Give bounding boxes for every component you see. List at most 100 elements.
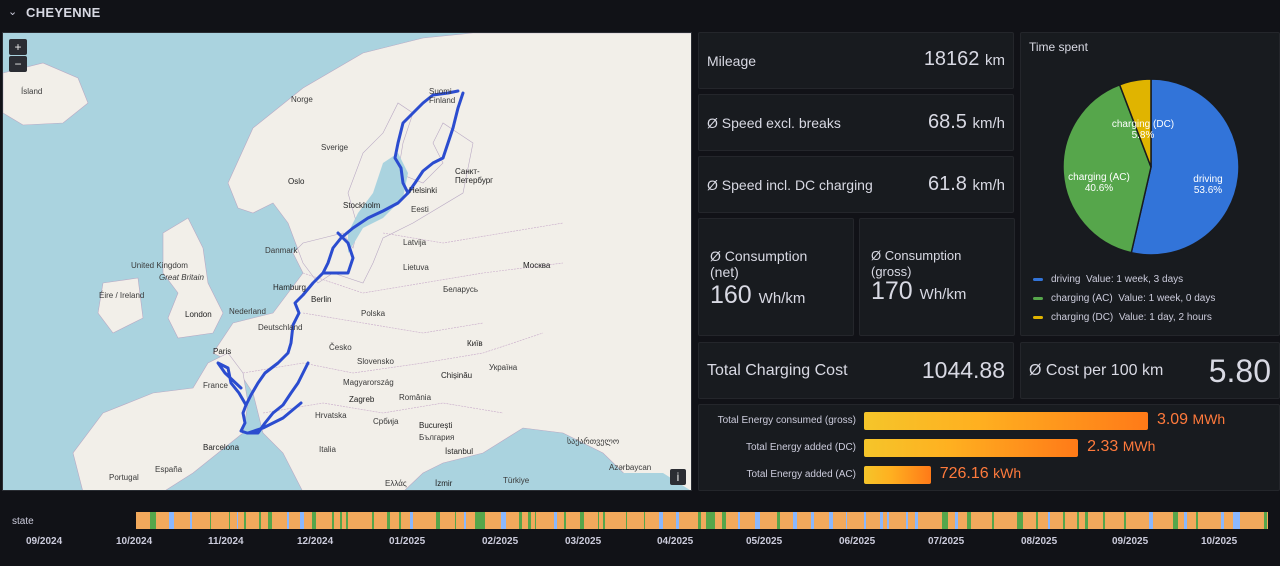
timeline-segment[interactable] [738, 512, 741, 529]
timeline-segment[interactable] [168, 512, 175, 529]
timeline-segment[interactable] [243, 512, 247, 529]
time-spent-pie [1062, 78, 1240, 256]
timeline-segment[interactable] [345, 512, 349, 529]
energy-bargauge-panel[interactable]: Total Energy consumed (gross) 3.09 MWh Tot… [698, 404, 1280, 491]
timeline-segment[interactable] [1077, 512, 1079, 529]
timeline-segment[interactable] [1173, 512, 1178, 529]
zoom-out-button[interactable]: − [9, 56, 27, 72]
timeline-tick-label: 03/2025 [565, 536, 602, 547]
consumption-gross-panel[interactable]: Ø Consumption (gross) 170 Wh/km [859, 218, 1015, 336]
timeline-segment[interactable] [455, 512, 457, 529]
consumption-net-panel[interactable]: Ø Consumption (net) 160 Wh/km [698, 218, 854, 336]
cost-per-100-panel[interactable]: Ø Cost per 100 km 5.80 [1020, 342, 1280, 399]
timeline-segment[interactable] [340, 512, 342, 529]
legend-item-charging-dc[interactable]: charging (DC) Value: 1 day, 2 hours [1033, 312, 1212, 323]
timeline-segment[interactable] [553, 512, 558, 529]
timeline-segment[interactable] [721, 512, 726, 529]
timeline-segment[interactable] [942, 512, 948, 529]
timeline-segment[interactable] [1233, 512, 1240, 529]
timeline-segment[interactable] [845, 512, 847, 529]
charging-cost-panel[interactable]: Total Charging Cost 1044.88 [698, 342, 1014, 399]
consumption-gross-label: Ø Consumption (gross) [871, 248, 962, 279]
state-timeline[interactable] [136, 512, 1268, 529]
timeline-segment[interactable] [190, 512, 193, 529]
timeline-segment[interactable] [625, 512, 628, 529]
timeline-segment[interactable] [643, 512, 646, 529]
timeline-segment[interactable] [755, 512, 760, 529]
mileage-panel[interactable]: Mileage 18162 km [698, 32, 1014, 89]
timeline-segment[interactable] [372, 512, 375, 529]
legend-item-charging-ac[interactable]: charging (AC) Value: 1 week, 0 days [1033, 293, 1215, 304]
timeline-segment[interactable] [149, 512, 156, 529]
map-label: Great Britain [159, 273, 204, 282]
timeline-segment[interactable] [954, 512, 958, 529]
timeline-segment[interactable] [386, 512, 391, 529]
timeline-segment[interactable] [880, 512, 883, 529]
timeline-segment[interactable] [1263, 512, 1267, 529]
timeline-segment[interactable] [658, 512, 664, 529]
bargauge-bar[interactable] [864, 412, 1148, 430]
timeline-segment[interactable] [1183, 512, 1187, 529]
bargauge-bar[interactable] [864, 466, 931, 484]
timeline-segment[interactable] [597, 512, 599, 529]
timeline-segment[interactable] [527, 512, 532, 529]
timeline-segment[interactable] [228, 512, 231, 529]
timeline-segment[interactable] [518, 512, 523, 529]
timeline-segment[interactable] [237, 512, 239, 529]
timeline-segment[interactable] [705, 512, 715, 529]
timeline-segment[interactable] [1016, 512, 1023, 529]
speed-incl-panel[interactable]: Ø Speed incl. DC charging 61.8 km/h [698, 156, 1014, 213]
timeline-segment[interactable] [312, 512, 316, 529]
timeline-segment[interactable] [967, 512, 972, 529]
timeline-segment[interactable] [828, 512, 833, 529]
timeline-segment[interactable] [864, 512, 867, 529]
timeline-segment[interactable] [1084, 512, 1088, 529]
timeline-segment[interactable] [399, 512, 401, 529]
map-info-button[interactable]: i [670, 469, 686, 485]
timeline-segment[interactable] [992, 512, 994, 529]
timeline-segment[interactable] [464, 512, 467, 529]
legend-item-driving[interactable]: driving Value: 1 week, 3 days [1033, 274, 1183, 285]
timeline-segment[interactable] [793, 512, 797, 529]
timeline-segment[interactable] [409, 512, 414, 529]
row-header[interactable]: ⌄ CHEYENNE [0, 0, 1280, 26]
timeline-segment[interactable] [475, 512, 485, 529]
timeline-segment[interactable] [1102, 512, 1105, 529]
timeline-segment[interactable] [810, 512, 814, 529]
timeline-segment[interactable] [1148, 512, 1153, 529]
timeline-tick-label: 12/2024 [297, 536, 334, 547]
timeline-segment[interactable] [436, 512, 441, 529]
map-canvas [3, 33, 691, 490]
timeline-segment[interactable] [209, 512, 212, 529]
timeline-segment[interactable] [698, 512, 702, 529]
timeline-segment[interactable] [299, 512, 304, 529]
timeline-segment[interactable] [1123, 512, 1127, 529]
timeline-segment[interactable] [676, 512, 680, 529]
timeline-segment[interactable] [603, 512, 606, 529]
timeline-segment[interactable] [286, 512, 289, 529]
map-label: Ελλάς [385, 479, 407, 488]
timeline-segment[interactable] [534, 512, 537, 529]
timeline-segment[interactable] [906, 512, 908, 529]
timeline-segment[interactable] [564, 512, 566, 529]
zoom-in-button[interactable]: + [9, 39, 27, 55]
timeline-segment[interactable] [915, 512, 918, 529]
timeline-segment[interactable] [1196, 512, 1199, 529]
timeline-tick-label: 07/2025 [928, 536, 965, 547]
timeline-segment[interactable] [580, 512, 584, 529]
timeline-segment[interactable] [1062, 512, 1066, 529]
timeline-segment[interactable] [500, 512, 506, 529]
timeline-segment[interactable] [258, 512, 262, 529]
timeline-segment[interactable] [331, 512, 335, 529]
timeline-segment[interactable] [1048, 512, 1050, 529]
timeline-segment[interactable] [267, 512, 272, 529]
timeline-segment[interactable] [886, 512, 889, 529]
route-map[interactable]: + − i Ísland Norge Sverige Suomi Finland… [2, 32, 692, 491]
time-spent-panel[interactable]: Time spent driving 53.6% charging (AC) 4… [1020, 32, 1280, 336]
timeline-segment[interactable] [1221, 512, 1225, 529]
bargauge-bar[interactable] [864, 439, 1079, 457]
collapse-chevron-icon[interactable]: ⌄ [8, 5, 17, 18]
timeline-segment[interactable] [1036, 512, 1039, 529]
speed-excl-panel[interactable]: Ø Speed excl. breaks 68.5 km/h [698, 94, 1014, 151]
timeline-segment[interactable] [777, 512, 780, 529]
